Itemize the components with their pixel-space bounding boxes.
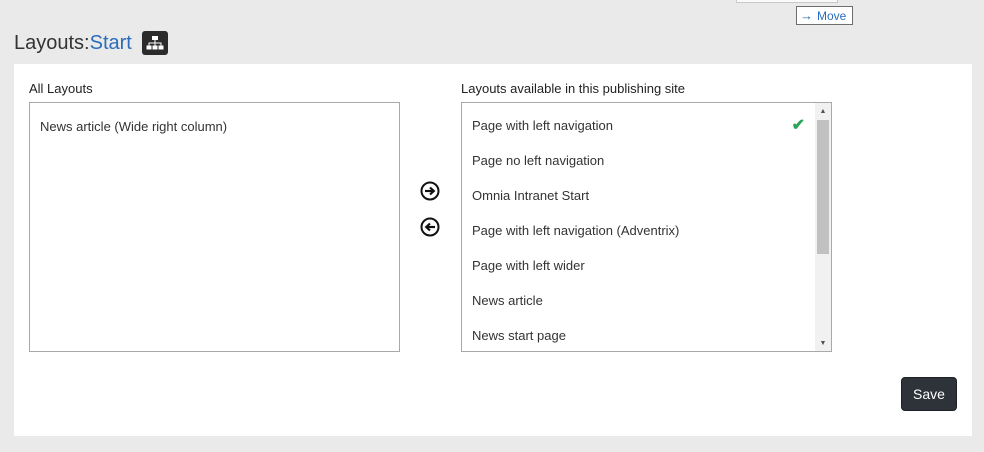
scroll-up-arrow-icon[interactable]: ▲ [815,103,831,119]
arrow-right-icon: → [800,8,813,23]
list-item-label: Page with left navigation [472,118,613,133]
list-item[interactable]: Page no left navigation [462,143,815,178]
list-item[interactable]: News article [462,283,815,318]
list-item[interactable]: Omnia Intranet Start [462,178,815,213]
page-title-link[interactable]: Start [90,32,132,55]
floating-strip [736,0,838,3]
list-item[interactable]: Page with left wider [462,248,815,283]
available-layouts-list[interactable]: Page with left navigation ✔ Page no left… [461,102,832,352]
move-tooltip: → Move [796,6,853,25]
layouts-panel: All Layouts News article (Wide right col… [14,64,972,436]
move-left-button[interactable] [419,216,441,238]
vertical-scrollbar[interactable]: ▲ ▼ [815,103,831,351]
list-item[interactable]: Page with left navigation ✔ [462,108,815,143]
scroll-down-arrow-icon[interactable]: ▼ [815,335,831,351]
move-right-button[interactable] [419,180,441,202]
all-layouts-list[interactable]: News article (Wide right column) [29,102,400,352]
sitemap-icon [146,36,164,50]
save-button[interactable]: Save [901,377,957,411]
sitemap-button[interactable] [141,31,168,55]
checkmark-icon: ✔ [791,117,805,134]
list-item[interactable]: News start page [462,318,815,351]
all-layouts-label: All Layouts [29,81,93,96]
available-layouts-items: Page with left navigation ✔ Page no left… [462,103,815,351]
list-item[interactable]: Page with left navigation (Adventrix) [462,213,815,248]
arrow-right-circle-icon [420,181,440,201]
page-title: Layouts: Start [14,30,168,56]
arrow-left-circle-icon [420,217,440,237]
page-title-prefix: Layouts: [14,31,90,54]
available-layouts-label: Layouts available in this publishing sit… [461,81,686,96]
move-tooltip-label: Move [817,8,847,23]
list-item[interactable]: News article (Wide right column) [30,109,399,144]
scroll-thumb[interactable] [817,120,829,254]
